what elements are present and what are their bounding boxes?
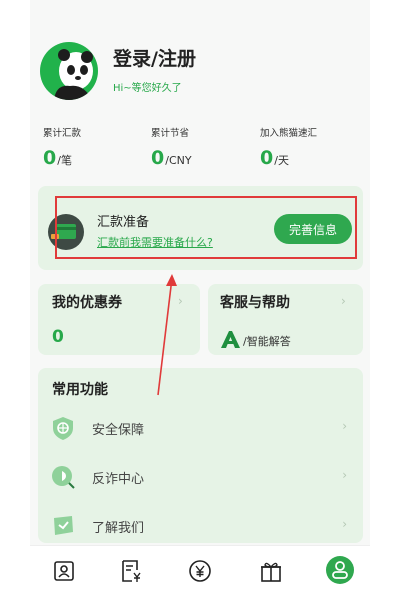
profile-tab-icon[interactable] bbox=[325, 555, 355, 585]
function-label: 反诈中心 bbox=[92, 472, 145, 487]
stat-unit: /CNY bbox=[165, 154, 192, 167]
panda-avatar[interactable] bbox=[40, 42, 98, 100]
stat-value: 0 bbox=[260, 147, 274, 169]
stat-label: 累计节省 bbox=[151, 128, 190, 139]
stat-value: 0 bbox=[151, 147, 165, 169]
function-item-about-us[interactable]: 了解我们 › bbox=[38, 505, 363, 545]
ai-assistant-icon bbox=[220, 330, 240, 348]
coupon-title: 我的优惠券 bbox=[52, 295, 122, 311]
annotation-arrow bbox=[157, 274, 177, 396]
ai-answer-label: /智能解答 bbox=[243, 335, 291, 348]
function-item-security[interactable]: 安全保障 › bbox=[38, 407, 363, 447]
stat-total-remit: 累计汇款 0/笔 bbox=[43, 125, 81, 169]
yuan-tab-icon[interactable] bbox=[187, 558, 213, 584]
common-functions-title: 常用功能 bbox=[52, 382, 108, 398]
stat-label: 累计汇款 bbox=[43, 128, 82, 139]
gift-tab-icon[interactable] bbox=[258, 558, 284, 584]
function-item-anti-fraud[interactable]: 反诈中心 › bbox=[38, 456, 363, 496]
stat-unit: /笔 bbox=[57, 154, 72, 167]
anti-fraud-icon bbox=[50, 464, 76, 490]
function-label: 安全保障 bbox=[92, 423, 145, 438]
stat-days-joined: 加入熊猫速汇 0/天 bbox=[260, 125, 317, 169]
stat-unit: /天 bbox=[274, 154, 289, 167]
stat-value: 0 bbox=[43, 147, 57, 169]
chevron-right-icon: › bbox=[342, 517, 347, 531]
highlight-box bbox=[55, 196, 357, 259]
bill-tab-icon[interactable] bbox=[118, 558, 144, 584]
screen: 登录/注册 Hi~等您好久了 累计汇款 0/笔 累计节省 0/CNY 加入熊猫速… bbox=[0, 0, 400, 600]
stat-total-saved: 累计节省 0/CNY bbox=[151, 125, 192, 169]
contacts-tab-icon[interactable] bbox=[51, 558, 77, 584]
coupon-count: 0 bbox=[52, 327, 64, 347]
stat-label: 加入熊猫速汇 bbox=[260, 128, 318, 139]
about-icon bbox=[50, 513, 76, 539]
help-title: 客服与帮助 bbox=[220, 295, 290, 311]
chevron-right-icon: › bbox=[342, 419, 347, 433]
chevron-right-icon: › bbox=[342, 468, 347, 482]
shield-icon bbox=[50, 415, 76, 441]
function-label: 了解我们 bbox=[92, 521, 145, 536]
greeting-text: Hi~等您好久了 bbox=[113, 83, 182, 94]
login-register-title[interactable]: 登录/注册 bbox=[113, 44, 196, 71]
chevron-right-icon: › bbox=[341, 294, 346, 308]
